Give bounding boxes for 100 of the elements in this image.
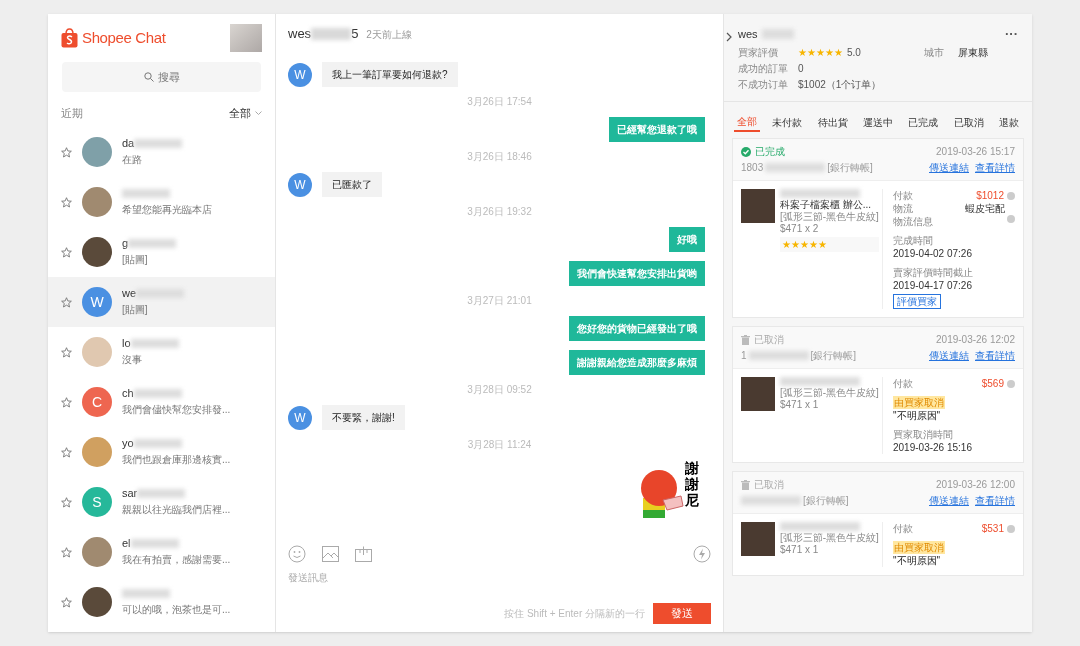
- avatar-photo-placeholder: [82, 187, 112, 217]
- blurred-block: [122, 189, 170, 198]
- star-outline-icon[interactable]: [61, 196, 72, 208]
- order-tab[interactable]: 待出貨: [814, 112, 851, 132]
- star-outline-icon[interactable]: [61, 296, 72, 308]
- message-bubble: 已匯款了: [322, 172, 382, 197]
- product-price: $471 x 1: [780, 399, 820, 411]
- message-bubble: 不要緊，謝謝!: [322, 405, 405, 430]
- order-link[interactable]: 傳送連結: [929, 348, 969, 363]
- message-input[interactable]: 發送訊息: [288, 568, 711, 586]
- order-link[interactable]: 傳送連結: [929, 160, 969, 175]
- chat-contact-name-end: 5: [351, 25, 359, 44]
- trash-icon: [741, 334, 750, 345]
- contact-name: sar: [122, 486, 138, 502]
- blurred-block: [128, 239, 177, 248]
- message-preview: [貼圖]: [122, 303, 149, 317]
- order-tab[interactable]: 運送中: [860, 112, 896, 132]
- detail-label: 物流信息: [893, 215, 933, 228]
- order-number: 1803: [741, 161, 764, 175]
- avatar: W: [288, 62, 312, 87]
- order-link[interactable]: 查看詳情: [975, 493, 1015, 508]
- order-number: 1: [741, 349, 747, 363]
- star-outline-icon[interactable]: [61, 246, 72, 258]
- avatar-photo-placeholder: [82, 237, 112, 267]
- blurred-block: [741, 496, 801, 505]
- message-bubble: 已經幫您退款了哦: [609, 117, 705, 142]
- message-bubble: 您好您的貨物已經發出了哦: [569, 316, 705, 341]
- order-tab[interactable]: 已完成: [905, 112, 942, 132]
- rating-stars: ★★★★★: [798, 47, 843, 58]
- star-outline-icon[interactable]: [61, 346, 72, 358]
- message-preview: 我們會儘快幫您安排發...: [122, 403, 231, 417]
- shopping-bag-logo-icon: [61, 28, 78, 48]
- product-price: $471 x 1: [780, 544, 820, 556]
- last-seen-text: 2天前上線: [366, 27, 412, 42]
- message-preview: 在路: [122, 153, 143, 167]
- contact-item[interactable]: W we [貼圖]: [48, 277, 275, 327]
- order-link[interactable]: 查看詳情: [975, 160, 1015, 175]
- order-tab[interactable]: 未付款: [769, 112, 806, 132]
- contact-name: el: [122, 536, 131, 552]
- payment-method: [銀行轉帳]: [803, 494, 849, 508]
- time-label: 買家取消時間: [893, 428, 954, 441]
- avatar: S: [82, 487, 112, 517]
- order-tab[interactable]: 全部: [734, 112, 760, 132]
- order-tab[interactable]: 已取消: [950, 112, 987, 132]
- order-time: 2019-03-26 12:00: [936, 478, 1015, 492]
- order-link[interactable]: 傳送連結: [929, 493, 969, 508]
- lightning-icon[interactable]: [693, 545, 711, 563]
- star-outline-icon[interactable]: [61, 596, 72, 608]
- star-outline-icon[interactable]: [61, 146, 72, 158]
- star-outline-icon[interactable]: [61, 546, 72, 558]
- emoji-icon[interactable]: [288, 545, 306, 563]
- payment-label: 付款: [893, 377, 913, 390]
- timestamp: 3月28日 11:24: [467, 439, 532, 451]
- success-value: 0: [798, 62, 805, 75]
- app-logo-text: Shopee Chat: [82, 27, 166, 48]
- payment-method: [銀行轉帳]: [827, 161, 873, 175]
- blurred-block: [748, 351, 809, 360]
- trash-icon: [741, 479, 750, 490]
- blurred-block: [130, 339, 179, 348]
- star-outline-icon[interactable]: [61, 396, 72, 408]
- message-preview: 我在有拍賣，感謝需要...: [122, 553, 231, 567]
- avatar: C: [82, 387, 112, 417]
- rating-value: 5.0: [847, 46, 861, 59]
- rating-label: 買家評價: [738, 46, 779, 59]
- message-preview: 我們也跟倉庫那邊核實...: [122, 453, 231, 467]
- chat-contact-name: wes: [288, 25, 312, 44]
- blurred-block: [130, 539, 179, 548]
- check-circle-icon: [741, 146, 751, 157]
- avatar-photo-placeholder: [82, 137, 112, 167]
- payment-amount: $531: [981, 522, 1004, 535]
- detail-label: 物流: [893, 202, 913, 215]
- message-bubble: 我上一筆訂單要如何退款?: [322, 62, 458, 87]
- product-title: 科案子檔案櫃 辦公...: [780, 199, 873, 211]
- message-preview: 希望您能再光臨本店: [122, 203, 212, 217]
- image-icon[interactable]: [322, 546, 339, 562]
- product-variant: [弧形三節-黑色牛皮紋]: [780, 387, 879, 399]
- contact-name: ch: [122, 386, 134, 402]
- contact-name: g: [122, 236, 129, 252]
- product-photo-placeholder: [741, 522, 775, 556]
- avatar-photo-placeholder: [82, 437, 112, 467]
- order-tab[interactable]: 退款: [995, 112, 1022, 132]
- cancel-reason-badge: 由買家取消: [893, 396, 945, 409]
- product-photo-placeholder: [741, 377, 775, 411]
- product-price: $471 x 2: [780, 223, 820, 235]
- star-outline-icon[interactable]: [61, 496, 72, 508]
- more-button[interactable]: ···: [1005, 24, 1018, 44]
- order-status: 已取消: [754, 478, 784, 492]
- payment-label: 付款: [893, 189, 913, 202]
- order-link[interactable]: 查看詳情: [975, 348, 1015, 363]
- star-outline-icon[interactable]: [61, 446, 72, 458]
- payment-amount: $1012: [976, 189, 1004, 202]
- send-button[interactable]: 發送: [653, 603, 711, 624]
- rate-buyer-button[interactable]: 評價買家: [893, 294, 941, 309]
- sticker-caption: 謝謝尼: [685, 460, 699, 508]
- failed-value: $1002（1个订单）: [798, 78, 883, 91]
- message-bubble: 謝謝親給您造成那麼多麻煩: [569, 350, 705, 375]
- filter-dropdown[interactable]: 全部: [229, 104, 262, 122]
- time-label: 賣家評價時間截止: [893, 266, 974, 279]
- box-icon[interactable]: [355, 546, 372, 562]
- search-button[interactable]: 搜尋: [62, 62, 261, 92]
